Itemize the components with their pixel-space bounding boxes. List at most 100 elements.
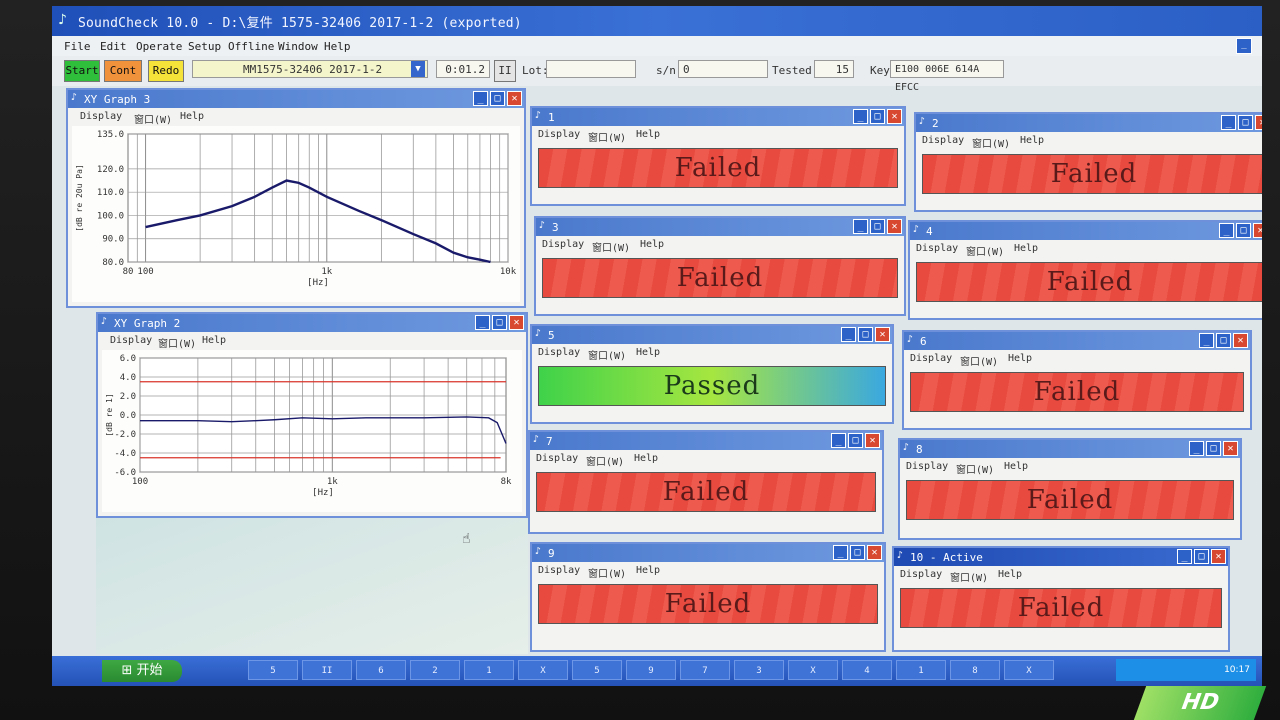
- chevron-down-icon[interactable]: ▼: [411, 61, 425, 77]
- sn-input[interactable]: 0: [678, 60, 768, 78]
- menu-display[interactable]: Display: [900, 569, 942, 580]
- maximize-icon[interactable]: □: [492, 315, 507, 330]
- menu-window[interactable]: 窗口(W): [960, 353, 998, 368]
- menu-display[interactable]: Display: [542, 239, 584, 250]
- taskbar-item[interactable]: 8: [950, 660, 1000, 680]
- taskbar-item[interactable]: 5: [248, 660, 298, 680]
- pause-button[interactable]: II: [494, 60, 516, 82]
- maximize-icon[interactable]: □: [870, 109, 885, 124]
- menu-setup[interactable]: Setup: [188, 40, 221, 53]
- sequence-select[interactable]: MM1575-32406 2017-1-2 ▼: [192, 60, 428, 78]
- taskbar-item[interactable]: X: [518, 660, 568, 680]
- minimize-icon[interactable]: _: [473, 91, 488, 106]
- menu-display[interactable]: Display: [538, 129, 580, 140]
- close-icon[interactable]: ✕: [867, 545, 882, 560]
- menu-help[interactable]: Help: [180, 111, 204, 122]
- close-icon[interactable]: ✕: [887, 109, 902, 124]
- maximize-icon[interactable]: □: [1216, 333, 1231, 348]
- menu-window[interactable]: 窗口(W): [588, 129, 626, 144]
- minimize-icon[interactable]: _: [475, 315, 490, 330]
- taskbar-item[interactable]: 9: [626, 660, 676, 680]
- menu-display[interactable]: Display: [110, 335, 152, 346]
- minimize-icon[interactable]: _: [853, 219, 868, 234]
- menu-display[interactable]: Display: [906, 461, 948, 472]
- taskbar-item[interactable]: 4: [842, 660, 892, 680]
- close-icon[interactable]: ✕: [509, 315, 524, 330]
- menu-help[interactable]: Help: [998, 569, 1022, 580]
- menu-window[interactable]: Window: [278, 40, 318, 53]
- menu-help[interactable]: Help: [636, 129, 660, 140]
- menu-help[interactable]: Help: [324, 40, 351, 53]
- taskbar-item[interactable]: 1: [896, 660, 946, 680]
- menu-window[interactable]: 窗口(W): [592, 239, 630, 254]
- menu-display[interactable]: Display: [922, 135, 964, 146]
- menu-display[interactable]: Display: [916, 243, 958, 254]
- menu-help[interactable]: Help: [1004, 461, 1028, 472]
- minimize-icon[interactable]: _: [1177, 549, 1192, 564]
- taskbar-item[interactable]: II: [302, 660, 352, 680]
- menu-file[interactable]: File: [64, 40, 91, 53]
- start-button[interactable]: Start: [64, 60, 100, 82]
- taskbar-item[interactable]: 6: [356, 660, 406, 680]
- minimize-icon[interactable]: _: [841, 327, 856, 342]
- close-icon[interactable]: ✕: [887, 219, 902, 234]
- menu-help[interactable]: Help: [202, 335, 226, 346]
- menu-help[interactable]: Help: [1020, 135, 1044, 146]
- menu-help[interactable]: Help: [640, 239, 664, 250]
- minimize-icon[interactable]: _: [853, 109, 868, 124]
- menu-help[interactable]: Help: [1008, 353, 1032, 364]
- lot-input[interactable]: [546, 60, 636, 78]
- menu-window[interactable]: 窗口(W): [950, 569, 988, 584]
- menu-display[interactable]: Display: [910, 353, 952, 364]
- menu-help[interactable]: Help: [636, 347, 660, 358]
- menu-window[interactable]: 窗口(W): [588, 347, 626, 362]
- menu-display[interactable]: Display: [538, 565, 580, 576]
- menu-window[interactable]: 窗口(W): [588, 565, 626, 580]
- taskbar-item[interactable]: X: [788, 660, 838, 680]
- taskbar-item[interactable]: 7: [680, 660, 730, 680]
- taskbar-item[interactable]: 5: [572, 660, 622, 680]
- menu-display[interactable]: Display: [538, 347, 580, 358]
- close-icon[interactable]: ✕: [1253, 223, 1262, 238]
- close-icon[interactable]: ✕: [865, 433, 880, 448]
- maximize-icon[interactable]: □: [850, 545, 865, 560]
- menu-help[interactable]: Help: [636, 565, 660, 576]
- minimize-icon[interactable]: _: [1219, 223, 1234, 238]
- menu-display[interactable]: Display: [536, 453, 578, 464]
- taskbar-item[interactable]: 1: [464, 660, 514, 680]
- minimize-icon[interactable]: _: [831, 433, 846, 448]
- menu-window[interactable]: 窗口(W): [972, 135, 1010, 150]
- maximize-icon[interactable]: □: [490, 91, 505, 106]
- menu-window[interactable]: 窗口(W): [158, 335, 196, 350]
- menu-offline[interactable]: Offline: [228, 40, 274, 53]
- menu-window[interactable]: 窗口(W): [956, 461, 994, 476]
- close-icon[interactable]: ✕: [507, 91, 522, 106]
- taskbar-item[interactable]: 2: [410, 660, 460, 680]
- minimize-icon[interactable]: _: [1199, 333, 1214, 348]
- menu-display[interactable]: Display: [80, 111, 122, 122]
- minimize-icon[interactable]: _: [1189, 441, 1204, 456]
- maximize-icon[interactable]: □: [858, 327, 873, 342]
- cont-button[interactable]: Cont: [104, 60, 142, 82]
- maximize-icon[interactable]: □: [870, 219, 885, 234]
- close-icon[interactable]: ✕: [1233, 333, 1248, 348]
- start-button[interactable]: ⊞ 开始: [102, 660, 182, 682]
- minimize-icon[interactable]: _: [1221, 115, 1236, 130]
- menu-window[interactable]: 窗口(W): [586, 453, 624, 468]
- minimize-icon[interactable]: _: [833, 545, 848, 560]
- menu-operate[interactable]: Operate: [136, 40, 182, 53]
- taskbar-item[interactable]: X: [1004, 660, 1054, 680]
- close-icon[interactable]: ✕: [875, 327, 890, 342]
- redo-button[interactable]: Redo: [148, 60, 184, 82]
- maximize-icon[interactable]: □: [1194, 549, 1209, 564]
- minimize-icon[interactable]: _: [1236, 38, 1252, 54]
- menu-edit[interactable]: Edit: [100, 40, 127, 53]
- menu-window[interactable]: 窗口(W): [966, 243, 1004, 258]
- menu-window[interactable]: 窗口(W): [134, 111, 172, 126]
- close-icon[interactable]: ✕: [1223, 441, 1238, 456]
- close-icon[interactable]: ✕: [1255, 115, 1262, 130]
- menu-help[interactable]: Help: [634, 453, 658, 464]
- maximize-icon[interactable]: □: [848, 433, 863, 448]
- menu-help[interactable]: Help: [1014, 243, 1038, 254]
- taskbar-item[interactable]: 3: [734, 660, 784, 680]
